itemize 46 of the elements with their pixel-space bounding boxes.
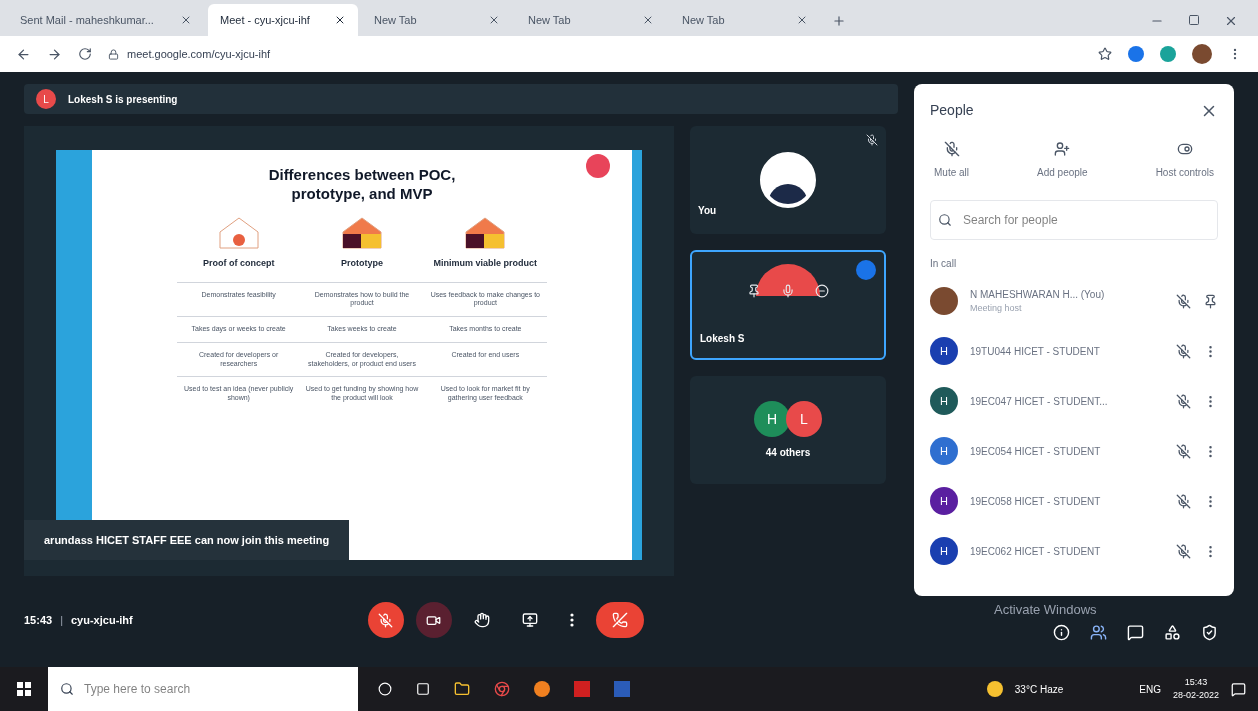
- column-heading: Proof of concept: [202, 257, 275, 270]
- participant-name: 19EC054 HICET - STUDENT: [970, 444, 1102, 459]
- browser-tab[interactable]: Sent Mail - maheshkumar...: [8, 4, 204, 36]
- participant-tile[interactable]: Lokesh S: [690, 250, 886, 360]
- avatar: H: [930, 537, 958, 565]
- tile-name: 44 others: [765, 445, 811, 460]
- tile-name: Lokesh S: [700, 332, 745, 346]
- participant-name: 19TU044 HICET - STUDENT: [970, 344, 1101, 359]
- clock-time: 15:43: [1184, 675, 1208, 689]
- browser-tab[interactable]: New Tab: [516, 4, 666, 36]
- language-text: ENG: [1139, 682, 1161, 697]
- weather-text: 33°C Haze: [1014, 682, 1064, 697]
- column-heading: Prototype: [341, 257, 383, 270]
- activation-watermark: Activate Windows: [994, 601, 1097, 619]
- search-field[interactable]: Search for people: [930, 200, 1218, 240]
- join-notification: arundass HICET STAFF EEE can now join this meeting: [24, 519, 350, 560]
- avatar: H: [754, 400, 790, 437]
- panel-action-button[interactable]: Host controls: [1155, 141, 1214, 180]
- panel-action-button[interactable]: Mute all: [934, 141, 969, 180]
- banner-text: Lokesh S is presenting: [68, 92, 178, 107]
- column-heading: Minimum viable product: [433, 257, 538, 270]
- taskbar-search-field[interactable]: Type here to search: [48, 667, 358, 711]
- avatar: H: [930, 437, 958, 465]
- tile-name: You: [698, 204, 717, 218]
- participant-name: 19EC047 HICET - STUDENT...: [970, 394, 1109, 409]
- meeting-time: 15:43: [24, 612, 53, 628]
- participant-name: 19EC062 HICET - STUDENT: [970, 544, 1102, 559]
- avatar: H: [930, 487, 958, 515]
- slide-title: Differences between POC, prototype, and MVP: [267, 166, 457, 204]
- clock-date: 28-02-2022: [1172, 689, 1219, 702]
- section-label: In call: [930, 257, 958, 271]
- avatar: H: [930, 337, 958, 365]
- browser-tab[interactable]: New Tab: [670, 4, 820, 36]
- meeting-code: cyu-xjcu-ihf: [71, 612, 133, 628]
- avatar: L: [36, 89, 56, 109]
- participant-role: Meeting host: [970, 301, 1023, 315]
- panel-action-button[interactable]: Add people: [1037, 141, 1088, 180]
- browser-tab[interactable]: Meet - cyu-xjcu-ihf: [208, 4, 358, 36]
- participant-name: 19EC058 HICET - STUDENT: [970, 494, 1102, 509]
- url-text[interactable]: meet.google.com/cyu-xjcu-ihf: [127, 45, 271, 63]
- avatar: L: [786, 400, 822, 437]
- browser-tab[interactable]: New Tab: [362, 4, 512, 36]
- participant-name: N MAHESHWARAN H... (You): [970, 287, 1106, 302]
- panel-title: People: [930, 101, 975, 120]
- avatar: H: [930, 387, 958, 415]
- separator-text: |: [60, 612, 63, 628]
